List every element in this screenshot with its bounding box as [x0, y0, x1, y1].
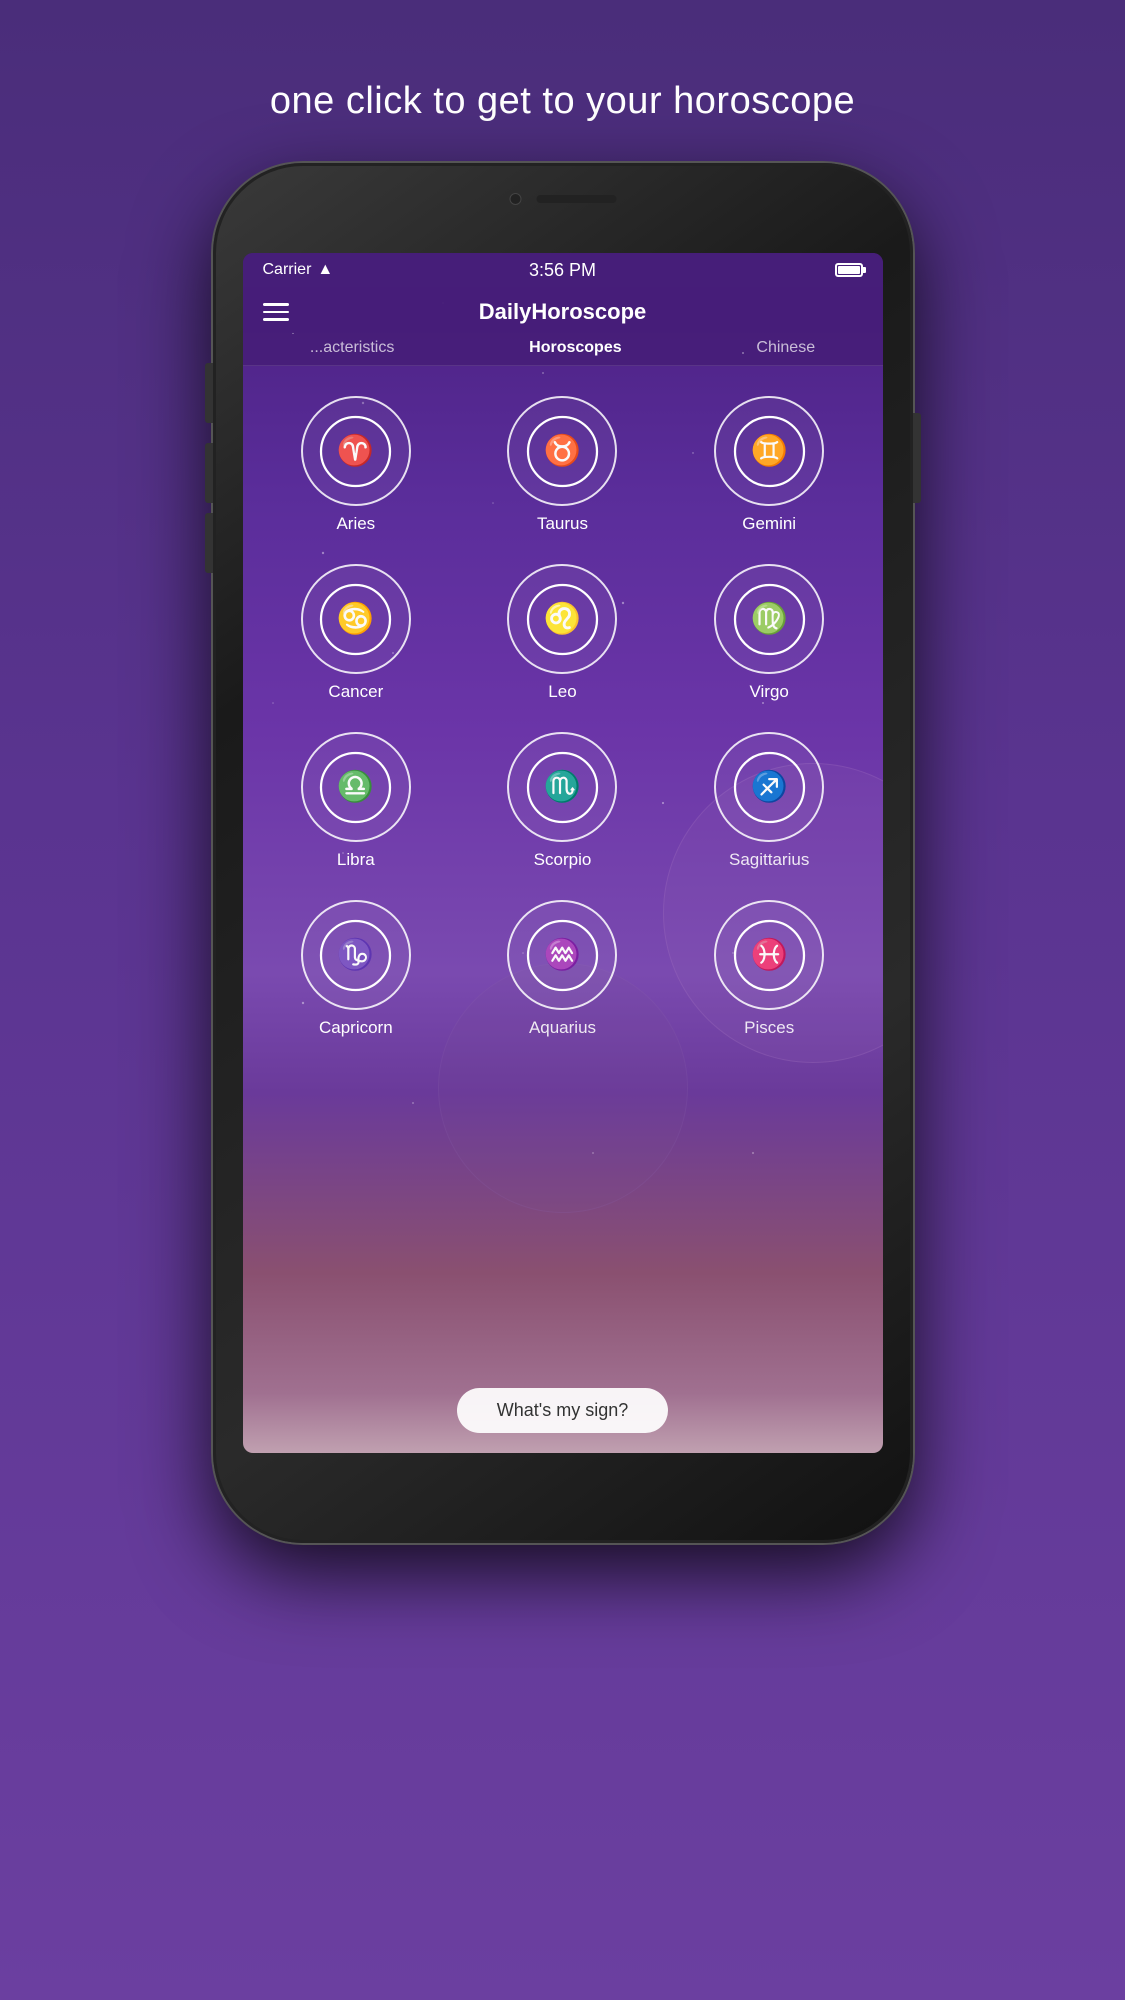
sign-circle-cancer: ♋ [301, 564, 411, 674]
phone-screen: Carrier ▲ 3:56 PM DailyHoroscope ...acte… [243, 253, 883, 1453]
sign-capricorn[interactable]: ♑ Capricorn [253, 890, 460, 1048]
sign-name-leo: Leo [548, 682, 576, 702]
menu-button[interactable] [263, 303, 289, 321]
sign-circle-virgo: ♍ [714, 564, 824, 674]
svg-text:♈: ♈ [337, 432, 374, 467]
sign-circle-taurus: ♉ [507, 396, 617, 506]
bottom-area: What's my sign? [243, 1388, 883, 1433]
sign-leo[interactable]: ♌ Leo [459, 554, 666, 712]
app-header: DailyHoroscope [243, 287, 883, 333]
sign-virgo[interactable]: ♍ Virgo [666, 554, 873, 712]
sign-name-capricorn: Capricorn [319, 1018, 393, 1038]
sign-name-taurus: Taurus [537, 514, 588, 534]
svg-text:♎: ♎ [337, 768, 374, 803]
svg-text:♉: ♉ [544, 432, 581, 467]
sign-name-scorpio: Scorpio [534, 850, 592, 870]
sign-circle-pisces: ♓ [714, 900, 824, 1010]
speaker-bar [536, 195, 616, 203]
sign-circle-gemini: ♊ [714, 396, 824, 506]
svg-text:♌: ♌ [544, 600, 581, 635]
sign-taurus[interactable]: ♉ Taurus [459, 386, 666, 544]
battery-icon [835, 263, 863, 277]
signs-grid: ♈ Aries ♉ Taurus [243, 366, 883, 1068]
sign-circle-scorpio: ♏ [507, 732, 617, 842]
svg-text:♋: ♋ [337, 600, 374, 635]
sign-cancer[interactable]: ♋ Cancer [253, 554, 460, 712]
sign-name-virgo: Virgo [749, 682, 788, 702]
sign-scorpio[interactable]: ♏ Scorpio [459, 722, 666, 880]
whats-my-sign-button[interactable]: What's my sign? [457, 1388, 668, 1433]
sign-name-cancer: Cancer [328, 682, 383, 702]
svg-text:♑: ♑ [337, 936, 374, 971]
sign-name-gemini: Gemini [742, 514, 796, 534]
sign-circle-aries: ♈ [301, 396, 411, 506]
sign-circle-capricorn: ♑ [301, 900, 411, 1010]
svg-text:♍: ♍ [750, 600, 787, 635]
svg-text:♏: ♏ [544, 768, 581, 803]
svg-text:♐: ♐ [750, 768, 787, 803]
sign-circle-sagittarius: ♐ [714, 732, 824, 842]
sign-name-aries: Aries [336, 514, 375, 534]
status-time: 3:56 PM [529, 260, 596, 281]
wifi-icon: ▲ [317, 261, 333, 279]
tab-chinese[interactable]: Chinese [756, 339, 815, 357]
sign-libra[interactable]: ♎ Libra [253, 722, 460, 880]
app-title: DailyHoroscope [479, 299, 647, 325]
svg-text:♒: ♒ [544, 936, 581, 971]
sign-circle-libra: ♎ [301, 732, 411, 842]
carrier-area: Carrier ▲ [263, 261, 334, 279]
tagline: one click to get to your horoscope [270, 80, 855, 123]
status-bar: Carrier ▲ 3:56 PM [243, 253, 883, 287]
carrier-label: Carrier [263, 261, 312, 279]
sign-gemini[interactable]: ♊ Gemini [666, 386, 873, 544]
camera-dot [509, 193, 521, 205]
camera-area [509, 193, 616, 205]
svg-text:♓: ♓ [750, 936, 787, 971]
sign-name-libra: Libra [337, 850, 375, 870]
phone-shell: Carrier ▲ 3:56 PM DailyHoroscope ...acte… [213, 163, 913, 1543]
sign-circle-leo: ♌ [507, 564, 617, 674]
tab-horoscopes[interactable]: Horoscopes [529, 339, 621, 357]
tab-characteristics[interactable]: ...acteristics [310, 339, 394, 357]
svg-text:♊: ♊ [750, 432, 787, 467]
sign-aries[interactable]: ♈ Aries [253, 386, 460, 544]
sign-circle-aquarius: ♒ [507, 900, 617, 1010]
phone-mockup: Carrier ▲ 3:56 PM DailyHoroscope ...acte… [213, 163, 913, 1913]
tab-bar: ...acteristics Horoscopes Chinese [243, 333, 883, 366]
